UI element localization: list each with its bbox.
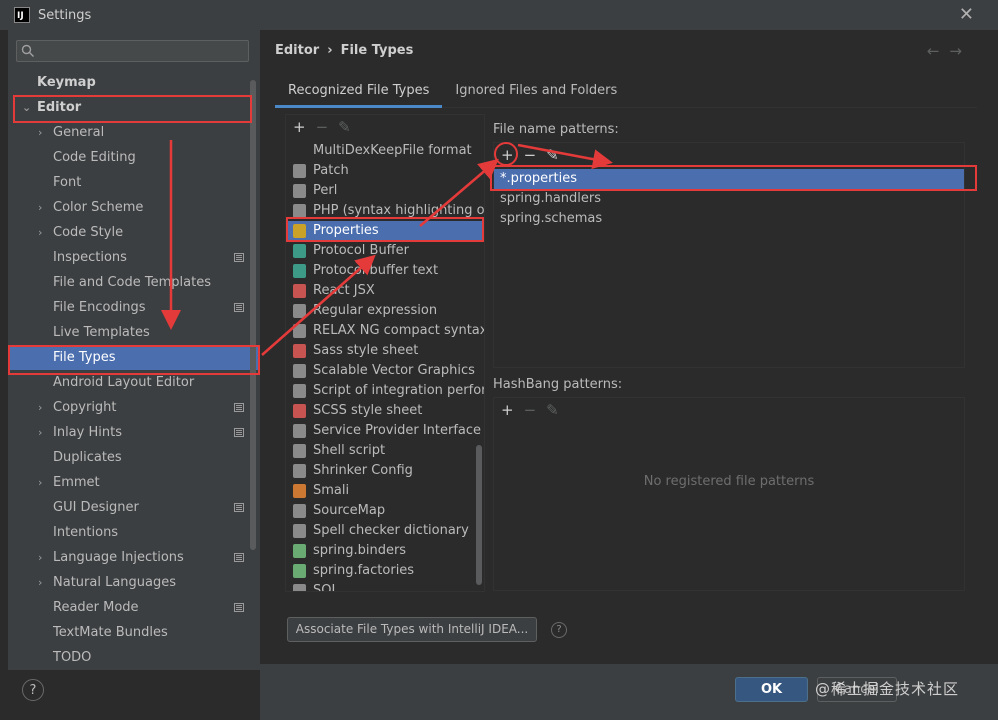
annotation-arrow: [517, 143, 613, 170]
annotation-circle: [494, 142, 518, 166]
annotation-arrow: [419, 158, 499, 227]
annotation-arrows: [161, 140, 613, 356]
annotation-arrow: [261, 254, 376, 356]
